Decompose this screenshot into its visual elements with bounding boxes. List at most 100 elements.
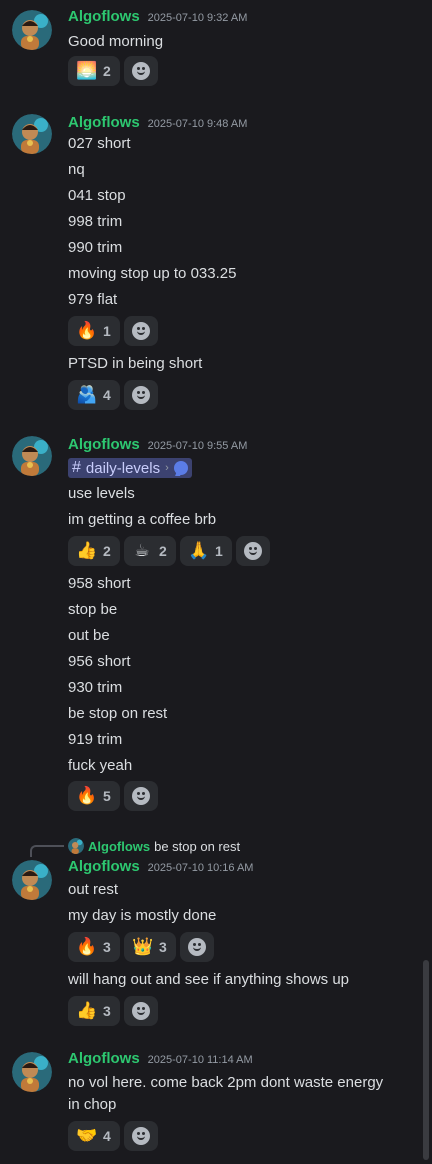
username[interactable]: Algoflows <box>68 858 140 875</box>
message-header: Algoflows 2025-07-10 10:16 AM <box>68 858 253 880</box>
channel-name: daily-levels <box>85 459 161 477</box>
message-text: out be <box>68 627 110 644</box>
fire-icon: 🔥 <box>76 936 98 957</box>
message-group: Algoflows 2025-07-10 9:48 AM 027 short n… <box>0 104 420 414</box>
smiley-icon <box>132 1002 150 1020</box>
add-reaction-button[interactable] <box>124 380 158 410</box>
message-header: Algoflows 2025-07-10 9:32 AM <box>68 8 247 30</box>
reaction-thumbs-up[interactable]: 👍 3 <box>68 996 120 1026</box>
reaction-count: 3 <box>159 939 167 955</box>
username[interactable]: Algoflows <box>68 114 140 131</box>
thumbs-up-icon: 👍 <box>76 1000 98 1021</box>
reaction-count: 3 <box>103 1003 111 1019</box>
chevron-right-icon: › <box>165 462 169 474</box>
add-reaction-button[interactable] <box>124 996 158 1026</box>
user-avatar[interactable] <box>12 10 52 50</box>
message-group: Algoflows 2025-07-10 11:14 AM no vol her… <box>0 1042 420 1160</box>
fire-icon: 🔥 <box>76 320 98 341</box>
message-text: will hang out and see if anything shows … <box>68 971 350 988</box>
reaction-count: 2 <box>103 543 111 559</box>
reaction-bar: 🔥 5 <box>68 781 158 811</box>
add-reaction-button[interactable] <box>124 56 158 86</box>
reaction-folded-hands[interactable]: 🙏 1 <box>180 536 232 566</box>
coffee-icon: ☕ <box>134 540 150 561</box>
reaction-bar: 🤝 4 <box>68 1121 158 1151</box>
reaction-count: 2 <box>103 63 111 79</box>
people-hugging-icon: 🫂 <box>76 384 98 405</box>
timestamp: 2025-07-10 10:16 AM <box>147 862 254 874</box>
channel-mention[interactable]: # daily-levels › <box>68 458 192 478</box>
reaction-fire[interactable]: 🔥 1 <box>68 316 120 346</box>
message-text: PTSD in being short <box>68 355 203 372</box>
user-avatar[interactable] <box>12 1052 52 1092</box>
message-text: nq <box>68 161 85 178</box>
add-reaction-button[interactable] <box>236 536 270 566</box>
add-reaction-button[interactable] <box>180 932 214 962</box>
message-header: Algoflows 2025-07-10 9:55 AM <box>68 436 247 458</box>
smiley-icon <box>132 386 150 404</box>
user-avatar[interactable] <box>12 114 52 154</box>
message-text: 979 flat <box>68 291 118 308</box>
message-text: no vol here. come back 2pm dont waste en… <box>68 1074 384 1113</box>
handshake-icon: 🤝 <box>76 1125 98 1146</box>
reaction-crown[interactable]: 👑 3 <box>124 932 176 962</box>
message-text: im getting a coffee brb <box>68 511 217 528</box>
message-text: out rest <box>68 881 119 898</box>
smiley-icon <box>132 1127 150 1145</box>
timestamp: 2025-07-10 11:14 AM <box>147 1054 253 1066</box>
timestamp: 2025-07-10 9:55 AM <box>147 440 248 452</box>
smiley-icon <box>132 787 150 805</box>
reaction-coffee[interactable]: ☕ 2 <box>124 536 176 566</box>
message-text: 956 short <box>68 653 131 670</box>
message-header: Algoflows 2025-07-10 11:14 AM <box>68 1050 253 1072</box>
folded-hands-icon: 🙏 <box>188 540 210 561</box>
smiley-icon <box>132 322 150 340</box>
reaction-handshake[interactable]: 🤝 4 <box>68 1121 120 1151</box>
message-text: 958 short <box>68 575 131 592</box>
reaction-bar: 🫂 4 <box>68 380 158 410</box>
message-group: Algoflows 2025-07-10 9:55 AM # daily-lev… <box>0 426 420 816</box>
message-text: 998 trim <box>68 213 123 230</box>
reaction-thumbs-up[interactable]: 👍 2 <box>68 536 120 566</box>
message-text: Good morning <box>68 33 164 50</box>
reaction-bar: 🌅 2 <box>68 56 158 86</box>
username[interactable]: Algoflows <box>68 8 140 25</box>
smiley-icon <box>244 542 262 560</box>
message-text: my day is mostly done <box>68 907 217 924</box>
add-reaction-button[interactable] <box>124 781 158 811</box>
username[interactable]: Algoflows <box>68 1050 140 1067</box>
message-group: Algoflows 2025-07-10 9:32 AM Good mornin… <box>0 0 420 100</box>
message-text: be stop on rest <box>68 705 168 722</box>
message-text: use levels <box>68 485 135 502</box>
reaction-count: 4 <box>103 1128 111 1144</box>
reaction-bar: 🔥 1 <box>68 316 158 346</box>
message-text: 919 trim <box>68 731 123 748</box>
message-group: Algoflows 2025-07-10 10:16 AM out rest m… <box>0 852 420 1032</box>
smiley-icon <box>188 938 206 956</box>
message-text: 930 trim <box>68 679 123 696</box>
username[interactable]: Algoflows <box>68 436 140 453</box>
smiley-icon <box>132 62 150 80</box>
add-reaction-button[interactable] <box>124 1121 158 1151</box>
message-text: 041 stop <box>68 187 126 204</box>
user-avatar[interactable] <box>12 860 52 900</box>
sunrise-icon: 🌅 <box>76 60 98 81</box>
crown-icon: 👑 <box>132 936 154 957</box>
hash-icon: # <box>72 459 81 476</box>
timestamp: 2025-07-10 9:48 AM <box>147 118 248 130</box>
reaction-fire[interactable]: 🔥 3 <box>68 932 120 962</box>
message-header: Algoflows 2025-07-10 9:48 AM <box>68 114 247 136</box>
reaction-count: 3 <box>103 939 111 955</box>
reaction-fire[interactable]: 🔥 5 <box>68 781 120 811</box>
thumbs-up-icon: 👍 <box>76 540 98 561</box>
scrollbar-thumb[interactable] <box>423 960 429 1160</box>
reaction-count: 5 <box>103 788 111 804</box>
fire-icon: 🔥 <box>76 785 98 806</box>
user-avatar[interactable] <box>12 436 52 476</box>
message-text: fuck yeah <box>68 757 133 774</box>
message-text: moving stop up to 033.25 <box>68 265 237 282</box>
add-reaction-button[interactable] <box>124 316 158 346</box>
reaction-sunrise[interactable]: 🌅 2 <box>68 56 120 86</box>
message-text: stop be <box>68 601 118 618</box>
reaction-people-hugging[interactable]: 🫂 4 <box>68 380 120 410</box>
